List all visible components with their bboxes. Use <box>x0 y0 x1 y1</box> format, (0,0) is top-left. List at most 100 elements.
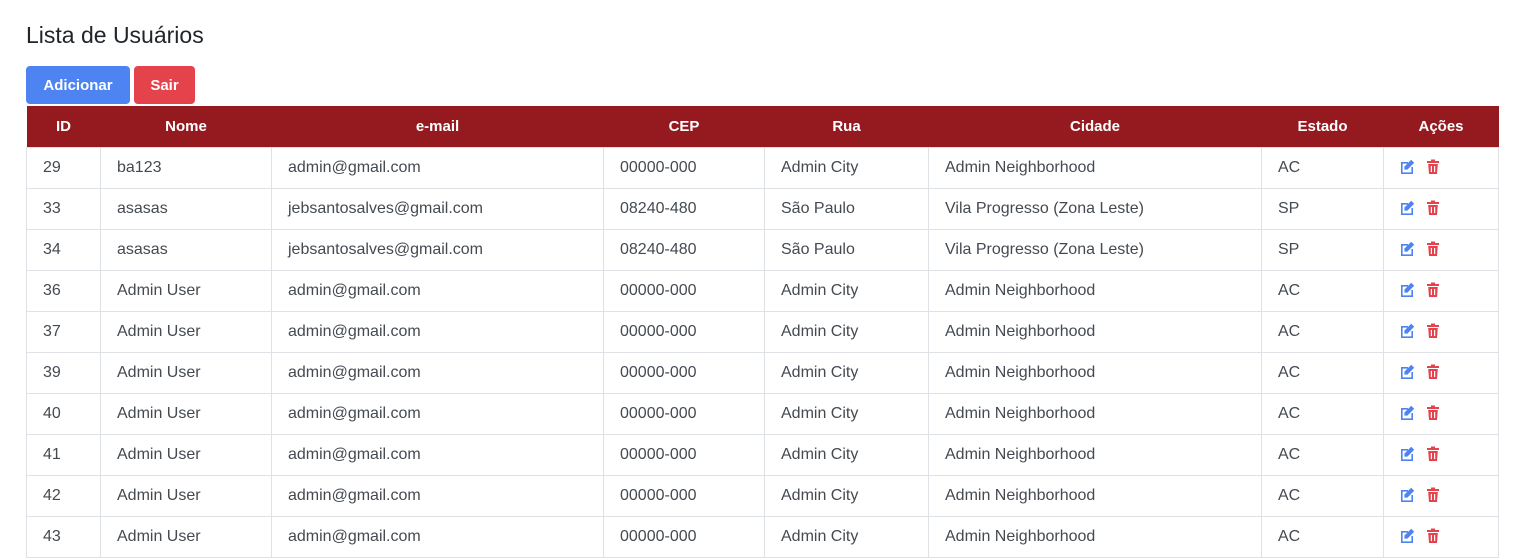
edit-icon[interactable] <box>1398 445 1416 463</box>
cell-nome: ba123 <box>100 146 272 189</box>
edit-icon[interactable] <box>1398 281 1416 299</box>
cell-actions <box>1383 269 1499 312</box>
cell-cidade: Vila Progresso (Zona Leste) <box>928 187 1262 230</box>
cell-id: 34 <box>26 228 101 271</box>
cell-rua: Admin City <box>764 146 929 189</box>
trash-icon[interactable] <box>1424 527 1442 545</box>
cell-nome: Admin User <box>100 269 272 312</box>
cell-email: jebsantosalves@gmail.com <box>271 228 604 271</box>
cell-id: 36 <box>26 269 101 312</box>
cell-actions <box>1383 433 1499 476</box>
edit-icon[interactable] <box>1398 486 1416 504</box>
exit-button[interactable]: Sair <box>134 66 195 104</box>
cell-estado: AC <box>1261 146 1384 189</box>
cell-cidade: Admin Neighborhood <box>928 146 1262 189</box>
trash-icon[interactable] <box>1424 199 1442 217</box>
column-header-cidade: Cidade <box>1069 117 1120 135</box>
cell-email: admin@gmail.com <box>271 392 604 435</box>
cell-actions <box>1383 228 1499 271</box>
cell-id: 40 <box>26 392 101 435</box>
cell-actions <box>1383 351 1499 394</box>
edit-icon[interactable] <box>1398 322 1416 340</box>
cell-rua: São Paulo <box>764 187 929 230</box>
cell-rua: Admin City <box>764 392 929 435</box>
trash-icon[interactable] <box>1424 486 1442 504</box>
cell-cidade: Admin Neighborhood <box>928 269 1262 312</box>
cell-email: admin@gmail.com <box>271 474 604 517</box>
cell-estado: SP <box>1261 228 1384 271</box>
cell-id: 29 <box>26 146 101 189</box>
table-row: 37 Admin User admin@gmail.com 00000-000 Admi… <box>26 310 1499 353</box>
edit-icon[interactable] <box>1398 240 1416 258</box>
cell-cidade: Admin Neighborhood <box>928 310 1262 353</box>
column-header-acoes: Ações <box>1418 117 1464 135</box>
edit-icon[interactable] <box>1398 158 1416 176</box>
cell-nome: Admin User <box>100 433 272 476</box>
cell-actions <box>1383 474 1499 517</box>
cell-rua: Admin City <box>764 433 929 476</box>
cell-id: 39 <box>26 351 101 394</box>
add-button[interactable]: Adicionar <box>26 66 130 104</box>
cell-rua: São Paulo <box>764 228 929 271</box>
cell-estado: AC <box>1261 351 1384 394</box>
cell-id: 33 <box>26 187 101 230</box>
users-table: ID Nome e-mail CEP Rua Cidade Estado Açõ… <box>26 106 1499 558</box>
cell-cep: 08240-480 <box>603 187 765 230</box>
trash-icon[interactable] <box>1424 158 1442 176</box>
edit-icon[interactable] <box>1398 363 1416 381</box>
cell-nome: asasas <box>100 228 272 271</box>
table-row: 36 Admin User admin@gmail.com 00000-000 Admi… <box>26 269 1499 312</box>
edit-icon[interactable] <box>1398 404 1416 422</box>
column-header-rua: Rua <box>832 117 861 135</box>
cell-cep: 00000-000 <box>603 146 765 189</box>
cell-email: jebsantosalves@gmail.com <box>271 187 604 230</box>
cell-rua: Admin City <box>764 474 929 517</box>
cell-email: admin@gmail.com <box>271 433 604 476</box>
table-row: 41 Admin User admin@gmail.com 00000-000 Admi… <box>26 433 1499 476</box>
cell-email: admin@gmail.com <box>271 351 604 394</box>
trash-icon[interactable] <box>1424 445 1442 463</box>
table-header-row: ID Nome e-mail CEP Rua Cidade Estado Açõ… <box>26 106 1499 147</box>
table-row: 34 asasas jebsantosalves@gmail.com 08240-48… <box>26 228 1499 271</box>
cell-rua: Admin City <box>764 269 929 312</box>
cell-cidade: Admin Neighborhood <box>928 351 1262 394</box>
cell-cep: 00000-000 <box>603 310 765 353</box>
edit-icon[interactable] <box>1398 527 1416 545</box>
column-header-id: ID <box>56 117 71 135</box>
table-row: 29 ba123 admin@gmail.com 00000-000 Admin Cit… <box>26 146 1499 189</box>
cell-cidade: Vila Progresso (Zona Leste) <box>928 228 1262 271</box>
table-row: 40 Admin User admin@gmail.com 00000-000 Admi… <box>26 392 1499 435</box>
cell-rua: Admin City <box>764 310 929 353</box>
cell-email: admin@gmail.com <box>271 269 604 312</box>
users-table-container: ID Nome e-mail CEP Rua Cidade Estado Açõ… <box>26 106 1499 558</box>
table-row: 39 Admin User admin@gmail.com 00000-000 Admi… <box>26 351 1499 394</box>
cell-email: admin@gmail.com <box>271 146 604 189</box>
column-header-estado: Estado <box>1297 117 1348 135</box>
cell-cep: 08240-480 <box>603 228 765 271</box>
column-header-cep: CEP <box>668 117 700 135</box>
table-body: 29 ba123 admin@gmail.com 00000-000 Admin Cit… <box>26 146 1499 558</box>
table-row: 33 asasas jebsantosalves@gmail.com 08240-48… <box>26 187 1499 230</box>
cell-estado: AC <box>1261 310 1384 353</box>
trash-icon[interactable] <box>1424 240 1442 258</box>
cell-cep: 00000-000 <box>603 392 765 435</box>
cell-cidade: Admin Neighborhood <box>928 474 1262 517</box>
trash-icon[interactable] <box>1424 363 1442 381</box>
table-row: 42 Admin User admin@gmail.com 00000-000 Admi… <box>26 474 1499 517</box>
cell-nome: Admin User <box>100 351 272 394</box>
trash-icon[interactable] <box>1424 322 1442 340</box>
edit-icon[interactable] <box>1398 199 1416 217</box>
cell-id: 41 <box>26 433 101 476</box>
cell-actions <box>1383 392 1499 435</box>
cell-actions <box>1383 146 1499 189</box>
cell-nome: Admin User <box>100 392 272 435</box>
cell-rua: Admin City <box>764 351 929 394</box>
trash-icon[interactable] <box>1424 404 1442 422</box>
cell-estado: AC <box>1261 269 1384 312</box>
cell-estado: AC <box>1261 433 1384 476</box>
trash-icon[interactable] <box>1424 281 1442 299</box>
cell-actions <box>1383 187 1499 230</box>
cell-cep: 00000-000 <box>603 433 765 476</box>
cell-nome: Admin User <box>100 474 272 517</box>
cell-estado: AC <box>1261 392 1384 435</box>
